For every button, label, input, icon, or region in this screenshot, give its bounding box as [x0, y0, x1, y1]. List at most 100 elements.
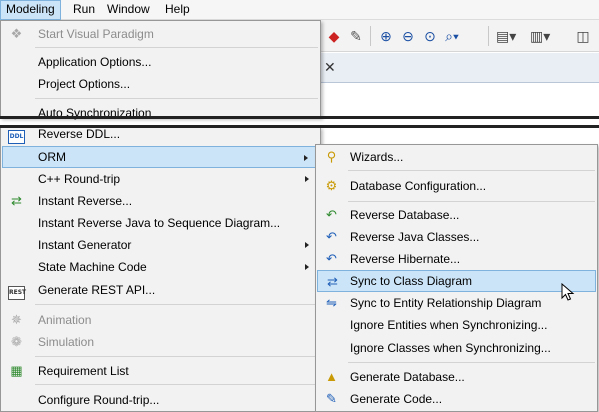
menu-item-label: Database Configuration...	[350, 179, 487, 193]
submenu-arrow-icon	[304, 155, 308, 161]
toolbar-separator	[488, 26, 489, 46]
menu-item-orm[interactable]: ORM	[2, 146, 319, 168]
reverse-java-icon: ↶	[326, 229, 337, 244]
menu-item-label: C++ Round-trip	[38, 172, 121, 186]
menu-item-label: Ignore Entities when Synchronizing...	[350, 318, 548, 332]
menu-item-generate-database[interactable]: ▲ Generate Database...	[317, 366, 596, 388]
menu-item-label: Wizards...	[350, 150, 404, 164]
menu-item-label: Simulation	[38, 335, 95, 349]
instant-reverse-icon: ⇄	[11, 193, 22, 208]
distribute-icon[interactable]: ▥▾	[530, 27, 550, 45]
menu-item-simulation[interactable]: ❁ Simulation	[2, 331, 319, 353]
animation-icon: ✵	[11, 312, 22, 327]
menu-item-animation[interactable]: ✵ Animation	[2, 309, 319, 331]
menu-item-instant-reverse[interactable]: ⇄ Instant Reverse...	[2, 190, 319, 212]
menu-item-state-machine-code[interactable]: State Machine Code	[2, 256, 319, 278]
sync-class-diagram-icon: ⇄	[327, 274, 338, 289]
rest-icon: REST	[8, 282, 26, 300]
menu-item-configure-round-trip[interactable]: Configure Round-trip...	[2, 389, 319, 411]
menu-item-project-options[interactable]: Project Options...	[2, 73, 319, 95]
menu-item-label: Configure Round-trip...	[38, 393, 160, 407]
close-icon[interactable]: ✕	[324, 59, 336, 76]
generate-database-icon: ▲	[325, 369, 338, 384]
wizard-icon: ⚲	[326, 149, 337, 164]
menu-item-label: Reverse Java Classes...	[350, 230, 480, 244]
menu-item-label: Generate Code...	[350, 392, 443, 406]
menu-help[interactable]: Help	[160, 0, 195, 20]
menu-separator	[35, 98, 318, 99]
modeling-menu: DDL Reverse DDL... ORM C++ Round-trip ⇄ …	[0, 127, 321, 412]
menu-window[interactable]: Window	[102, 0, 155, 20]
menu-item-label: Requirement List	[38, 364, 129, 378]
menu-item-requirement-list[interactable]: ▦ Requirement List	[2, 360, 319, 382]
diagram-tab-strip: ✕	[320, 53, 599, 83]
menu-item-cpp-round-trip[interactable]: C++ Round-trip	[2, 168, 319, 190]
menu-item-reverse-hibernate[interactable]: ↶ Reverse Hibernate...	[317, 248, 596, 270]
menu-item-generate-code[interactable]: ✎ Generate Code...	[317, 388, 596, 410]
menu-item-start-visual-paradigm[interactable]: ❖ Start Visual Paradigm	[2, 23, 319, 45]
zoom-dropdown-icon[interactable]: ⌕▾	[443, 27, 461, 45]
menu-item-label: Generate Database...	[350, 370, 465, 384]
menu-item-generate-rest-api[interactable]: REST Generate REST API...	[2, 279, 319, 301]
menu-run[interactable]: Run	[68, 0, 100, 20]
menu-item-application-options[interactable]: Application Options...	[2, 51, 319, 73]
zoom-fit-icon[interactable]: ⊙	[421, 27, 439, 45]
menu-item-label: ORM	[38, 150, 66, 164]
menu-item-label: Generate REST API...	[38, 283, 156, 297]
menu-item-label: Instant Reverse Java to Sequence Diagram…	[38, 216, 281, 230]
menu-item-label: Animation	[38, 313, 92, 327]
menu-item-wizards[interactable]: ⚲ Wizards...	[317, 146, 596, 168]
brush-icon[interactable]: ✎	[347, 27, 365, 45]
menu-item-label: Sync to Entity Relationship Diagram	[350, 296, 542, 310]
menu-item-database-configuration[interactable]: ⚙ Database Configuration...	[317, 175, 596, 197]
menu-item-sync-to-erd[interactable]: ⇋ Sync to Entity Relationship Diagram	[317, 292, 596, 314]
menu-item-label: Ignore Classes when Synchronizing...	[350, 341, 551, 355]
menu-separator	[35, 356, 318, 357]
menu-item-sync-to-class-diagram[interactable]: ⇄ Sync to Class Diagram	[317, 270, 596, 292]
menu-item-label: Instant Generator	[38, 238, 132, 252]
menu-separator	[348, 362, 595, 363]
menu-item-instant-reverse-java-sequence[interactable]: Instant Reverse Java to Sequence Diagram…	[2, 212, 319, 234]
menu-item-label: Start Visual Paradigm	[38, 27, 154, 41]
menu-item-reverse-java-classes[interactable]: ↶ Reverse Java Classes...	[317, 226, 596, 248]
menu-separator	[35, 47, 318, 48]
menu-modeling[interactable]: Modeling	[0, 0, 61, 20]
menu-separator	[35, 304, 318, 305]
screenshot-break-line	[0, 125, 599, 128]
sync-erd-icon: ⇋	[326, 295, 337, 310]
modeling-menu-top: ❖ Start Visual Paradigm Application Opti…	[0, 20, 321, 120]
screenshot-break-line	[0, 116, 599, 119]
layout-icon[interactable]: ◫	[574, 27, 592, 45]
menu-separator	[348, 201, 595, 202]
menu-item-reverse-database[interactable]: ↶ Reverse Database...	[317, 204, 596, 226]
menu-separator	[348, 170, 595, 171]
model-icon[interactable]: ◆	[325, 27, 343, 45]
menu-item-label: Project Options...	[38, 77, 131, 91]
reverse-hibernate-icon: ↶	[326, 251, 337, 266]
simulation-icon: ❁	[11, 334, 22, 349]
menu-item-auto-synchronization[interactable]: Auto Synchronization	[2, 102, 319, 124]
menu-item-label: Reverse Database...	[350, 208, 460, 222]
submenu-arrow-icon	[305, 264, 309, 270]
menu-item-label: Sync to Class Diagram	[350, 274, 473, 288]
toolbar-separator	[370, 26, 371, 46]
visual-paradigm-icon: ❖	[10, 26, 23, 41]
zoom-in-icon[interactable]: ⊕	[377, 27, 395, 45]
menu-item-label: Reverse Hibernate...	[350, 252, 461, 266]
menu-item-label: Auto Synchronization	[38, 106, 152, 120]
menu-item-ignore-classes[interactable]: Ignore Classes when Synchronizing...	[317, 337, 596, 359]
ddl-icon: DDL	[8, 126, 25, 144]
menu-item-label: State Machine Code	[38, 260, 147, 274]
generate-code-icon: ✎	[326, 391, 337, 406]
menu-item-label: Application Options...	[38, 55, 152, 69]
orm-submenu: ⚲ Wizards... ⚙ Database Configuration...…	[315, 144, 598, 412]
align-icon[interactable]: ▤▾	[496, 27, 516, 45]
zoom-out-icon[interactable]: ⊖	[399, 27, 417, 45]
requirement-list-icon: ▦	[10, 363, 23, 378]
menu-item-instant-generator[interactable]: Instant Generator	[2, 234, 319, 256]
main-toolbar: ◆ ✎ ⊕ ⊖ ⊙ ⌕▾ ▤▾ ▥▾ ◫	[320, 20, 599, 52]
reverse-database-icon: ↶	[326, 207, 337, 222]
submenu-arrow-icon	[305, 176, 309, 182]
database-config-icon: ⚙	[325, 178, 338, 193]
menu-item-ignore-entities[interactable]: Ignore Entities when Synchronizing...	[317, 314, 596, 336]
